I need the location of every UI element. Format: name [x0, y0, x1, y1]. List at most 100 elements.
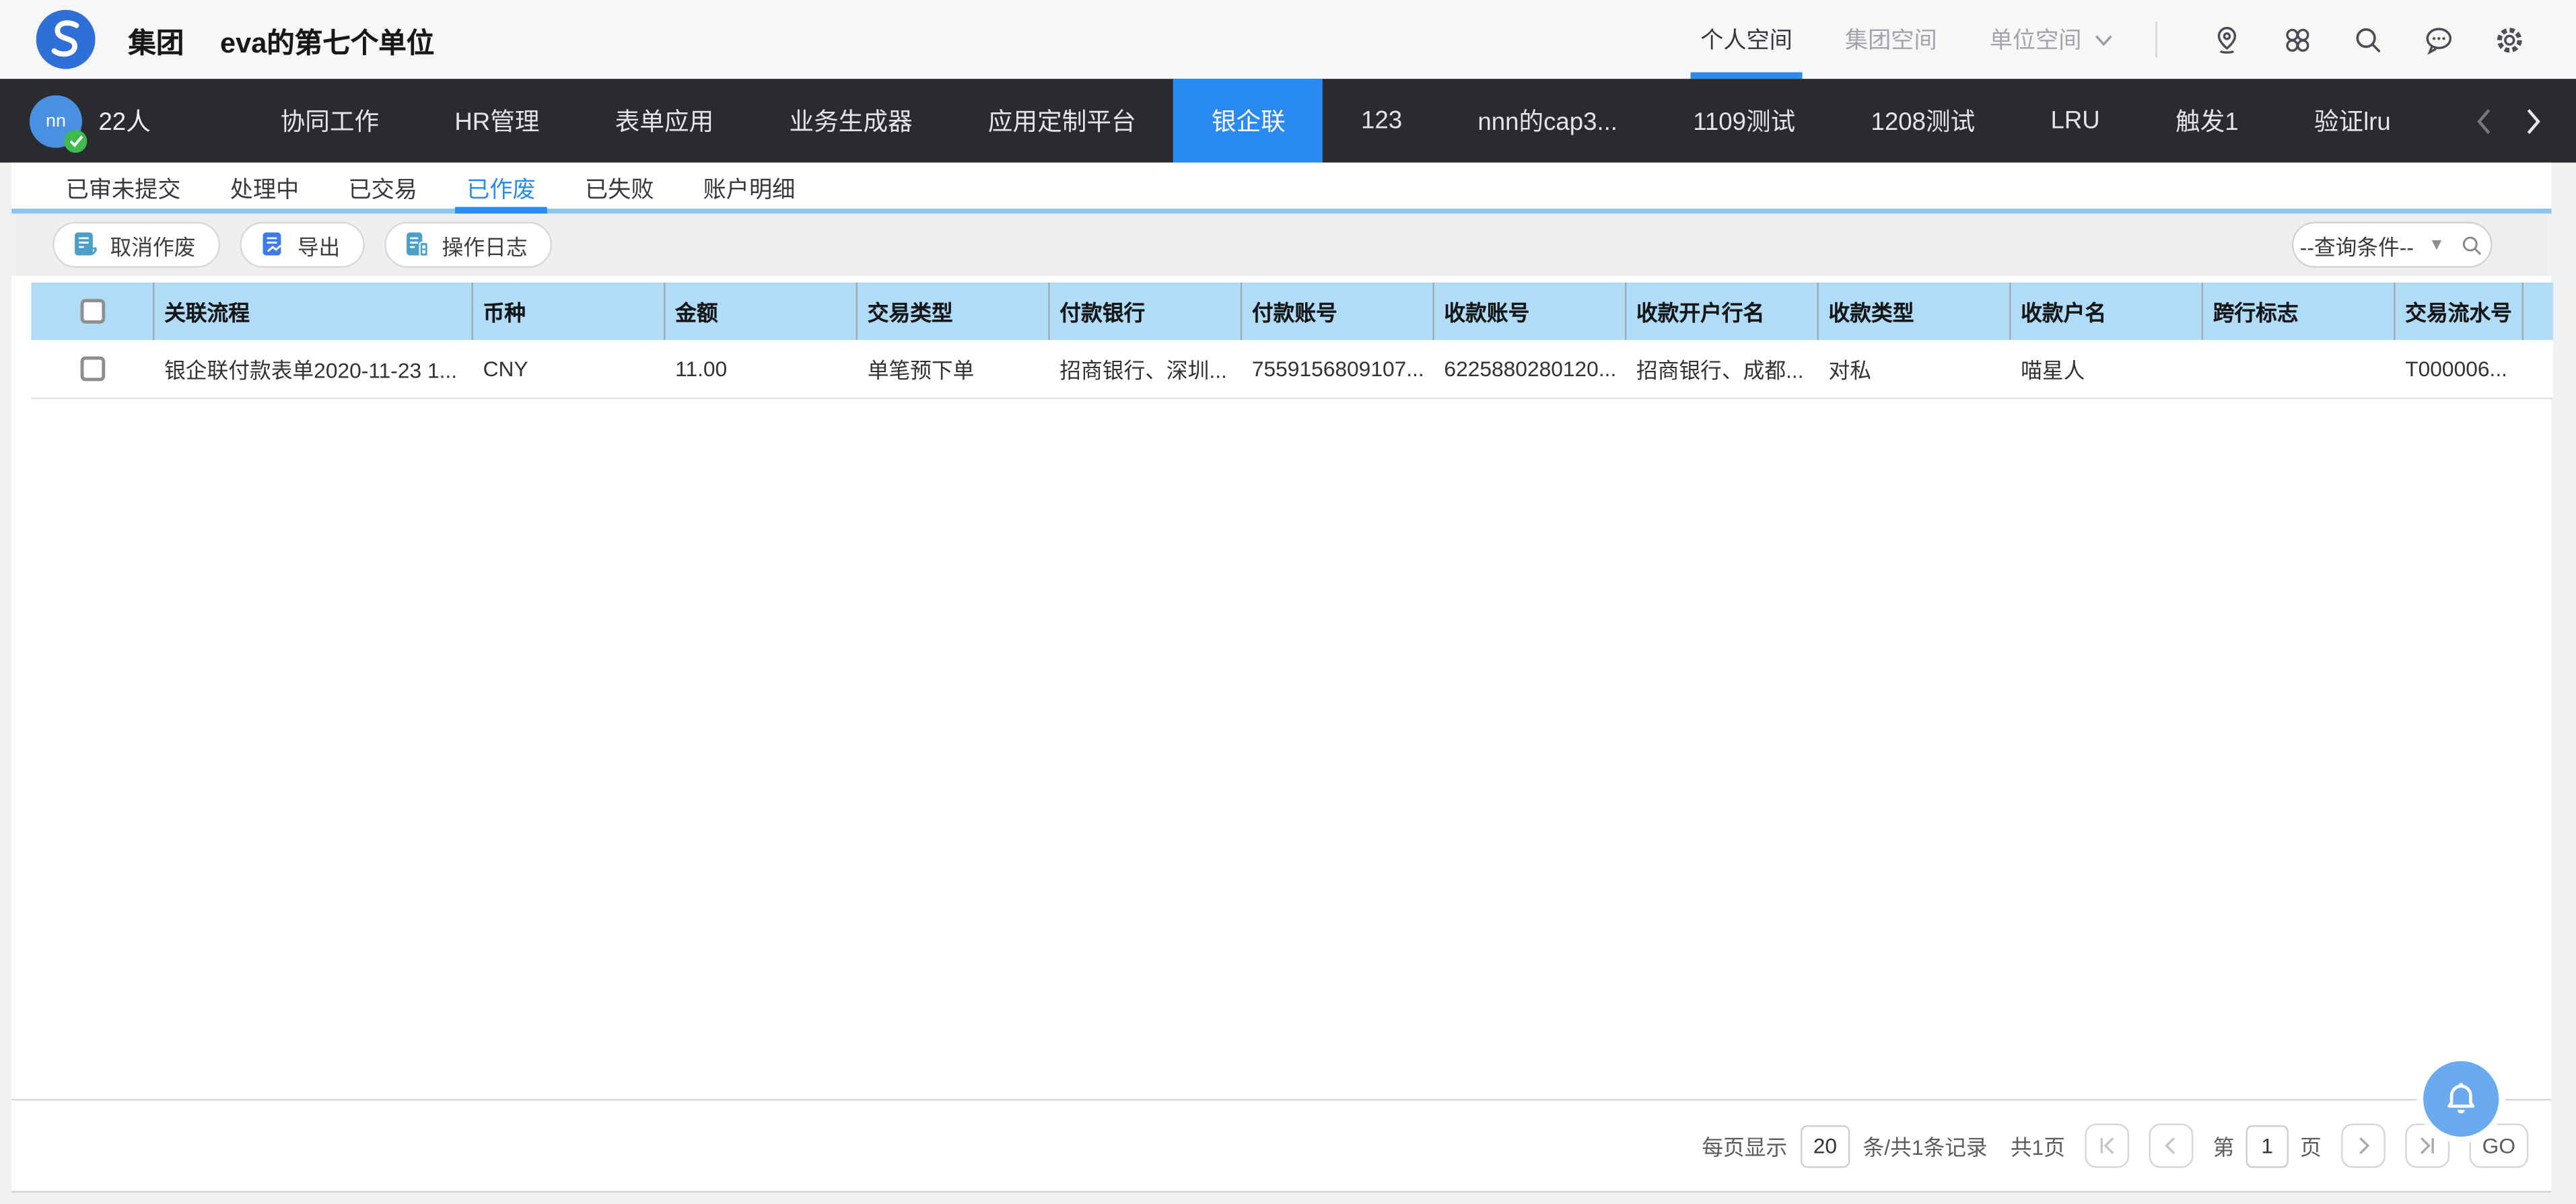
col-transaction-serial: 交易流水号 [2396, 283, 2523, 340]
table-row[interactable]: 银企联付款表单2020-11-23 1... CNY 11.00 单笔预下单 招… [31, 340, 2553, 399]
content-panel: 已审未提交 处理中 已交易 已作废 已失败 账户明细 取消作废 [11, 163, 2551, 1193]
nav-item-custom-platform[interactable]: 应用定制平台 [950, 79, 1174, 162]
header-right-nav: 个人空间 集团空间 单位空间 [1651, 0, 2527, 79]
nav-item-bank-enterprise[interactable]: 银企联 [1174, 79, 1323, 162]
pagination-bar: 每页显示 条/共1条记录 共1页 第 [11, 1099, 2551, 1191]
search-icon[interactable] [2351, 22, 2386, 57]
table-header-row: 关联流程 币种 金额 交易类型 付款银行 付款账号 收款账号 收款开户行名 收款… [31, 283, 2553, 340]
nav-item-1208-test[interactable]: 1208测试 [1833, 79, 2013, 162]
main-navbar: nn 22人 协同工作 HR管理 表单应用 业务生成器 应用定制平台 银企联 1… [0, 79, 2576, 162]
col-payer-bank: 付款银行 [1050, 283, 1243, 340]
page-prefix-label: 第 [2213, 1130, 2235, 1161]
messages-icon[interactable] [2422, 22, 2456, 57]
nav-item-nnn-cap3[interactable]: nnn的cap3... [1440, 79, 1655, 162]
cell-payee-bank-name: 招商银行、成都... [1626, 340, 1819, 397]
tab-account-detail[interactable]: 账户明细 [703, 163, 796, 214]
navbar-menu: 协同工作 HR管理 表单应用 业务生成器 应用定制平台 银企联 123 nnn的… [242, 79, 2428, 162]
page-suffix-label: 页 [2300, 1130, 2322, 1161]
prev-page-button[interactable] [2149, 1123, 2193, 1168]
org-label: 集团 [128, 19, 184, 60]
nav-item-123[interactable]: 123 [1323, 79, 1440, 162]
page-title: eva的第七个单位 [220, 19, 434, 60]
prev-page-icon [2161, 1135, 2182, 1157]
nav-item-trigger1[interactable]: 触发1 [2138, 79, 2276, 162]
query-search-icon[interactable] [2460, 232, 2484, 257]
next-page-button[interactable] [2341, 1123, 2386, 1168]
nav-item-forms[interactable]: 表单应用 [578, 79, 752, 162]
query-condition-dropdown[interactable]: --查询条件-- ▼ [2292, 222, 2493, 268]
cell-payee-name: 喵星人 [2011, 340, 2203, 397]
chevron-down-icon [2095, 34, 2113, 46]
cell-interbank-flag [2203, 340, 2396, 397]
apps-grid-icon[interactable] [2281, 22, 2315, 57]
bell-icon [2441, 1079, 2481, 1119]
cancel-void-label: 取消作废 [110, 229, 196, 260]
page-number-input[interactable] [2246, 1125, 2288, 1167]
member-count: 22人 [98, 104, 150, 138]
tab-processing[interactable]: 处理中 [230, 163, 300, 214]
records-label: 条/共1条记录 [1863, 1130, 1988, 1161]
user-avatar[interactable]: nn [30, 94, 82, 147]
space-tab-unit[interactable]: 单位空间 [1986, 0, 2116, 79]
cell-spacer [2523, 340, 2553, 397]
application-window: 集团 eva的第七个单位 个人空间 集团空间 单位空间 [0, 0, 2576, 1204]
cell-amount: 11.00 [666, 340, 858, 397]
toolbar: 取消作废 导出 [11, 213, 2551, 276]
tab-failed[interactable]: 已失败 [585, 163, 654, 214]
operation-log-label: 操作日志 [442, 229, 528, 260]
cell-currency: CNY [473, 340, 666, 397]
chevron-left-icon[interactable] [2474, 106, 2494, 135]
col-spacer [2523, 283, 2553, 340]
cell-related-flow: 银企联付款表单2020-11-23 1... [154, 340, 473, 397]
nav-item-business-generator[interactable]: 业务生成器 [751, 79, 950, 162]
settings-gear-icon[interactable] [2493, 22, 2527, 57]
online-check-badge-icon [64, 129, 87, 152]
col-amount: 金额 [666, 283, 858, 340]
export-doc-icon [260, 232, 286, 258]
nav-item-1109-test[interactable]: 1109测试 [1655, 79, 1833, 162]
next-page-icon [2353, 1135, 2374, 1157]
nav-item-verify-lru[interactable]: 验证lru [2276, 79, 2429, 162]
first-page-icon [2096, 1135, 2118, 1157]
last-page-icon [2416, 1135, 2438, 1157]
transactions-table: 关联流程 币种 金额 交易类型 付款银行 付款账号 收款账号 收款开户行名 收款… [31, 283, 2553, 399]
page-size-input[interactable] [1801, 1125, 1850, 1167]
space-tab-group[interactable]: 集团空间 [1842, 0, 1940, 79]
first-page-button[interactable] [2085, 1123, 2129, 1168]
dropdown-caret-icon: ▼ [2429, 236, 2445, 254]
location-icon[interactable] [2210, 22, 2244, 57]
col-payer-account: 付款账号 [1242, 283, 1434, 340]
row-checkbox[interactable] [81, 357, 106, 382]
nav-item-collaboration[interactable]: 协同工作 [242, 79, 417, 162]
navbar-scroll-arrows [2474, 106, 2556, 135]
tab-voided[interactable]: 已作废 [466, 163, 536, 214]
page-size-label: 每页显示 [1702, 1130, 1787, 1161]
tab-reviewed-unsubmitted[interactable]: 已审未提交 [66, 163, 181, 214]
col-payee-name: 收款户名 [2011, 283, 2203, 340]
cell-transaction-serial: T000006... [2396, 340, 2523, 397]
col-payee-type: 收款类型 [1819, 283, 2011, 340]
nav-item-hr[interactable]: HR管理 [417, 79, 577, 162]
row-select-cell [31, 340, 154, 397]
export-button[interactable]: 导出 [240, 222, 365, 268]
workspace: 已审未提交 处理中 已交易 已作废 已失败 账户明细 取消作废 [0, 163, 2576, 1204]
col-transaction-type: 交易类型 [858, 283, 1050, 340]
top-header: 集团 eva的第七个单位 个人空间 集团空间 单位空间 [0, 0, 2576, 79]
total-pages-label: 共1页 [2011, 1130, 2065, 1161]
nav-item-lru[interactable]: LRU [2013, 79, 2138, 162]
header-divider [2155, 22, 2157, 58]
tab-traded[interactable]: 已交易 [348, 163, 417, 214]
col-currency: 币种 [473, 283, 666, 340]
notification-bell-button[interactable] [2423, 1061, 2499, 1137]
col-payee-bank-name: 收款开户行名 [1626, 283, 1819, 340]
page-number-group: 第 页 [2213, 1125, 2322, 1167]
operation-log-button[interactable]: 操作日志 [384, 222, 552, 268]
select-all-cell [31, 283, 154, 340]
cell-payer-bank: 招商银行、深圳... [1050, 340, 1243, 397]
chevron-right-icon[interactable] [2523, 106, 2543, 135]
space-tab-personal[interactable]: 个人空间 [1697, 0, 1795, 79]
cancel-void-button[interactable]: 取消作废 [53, 222, 220, 268]
cell-payee-account: 6225880280120... [1434, 340, 1627, 397]
select-all-checkbox[interactable] [79, 299, 104, 324]
cell-payee-type: 对私 [1819, 340, 2011, 397]
